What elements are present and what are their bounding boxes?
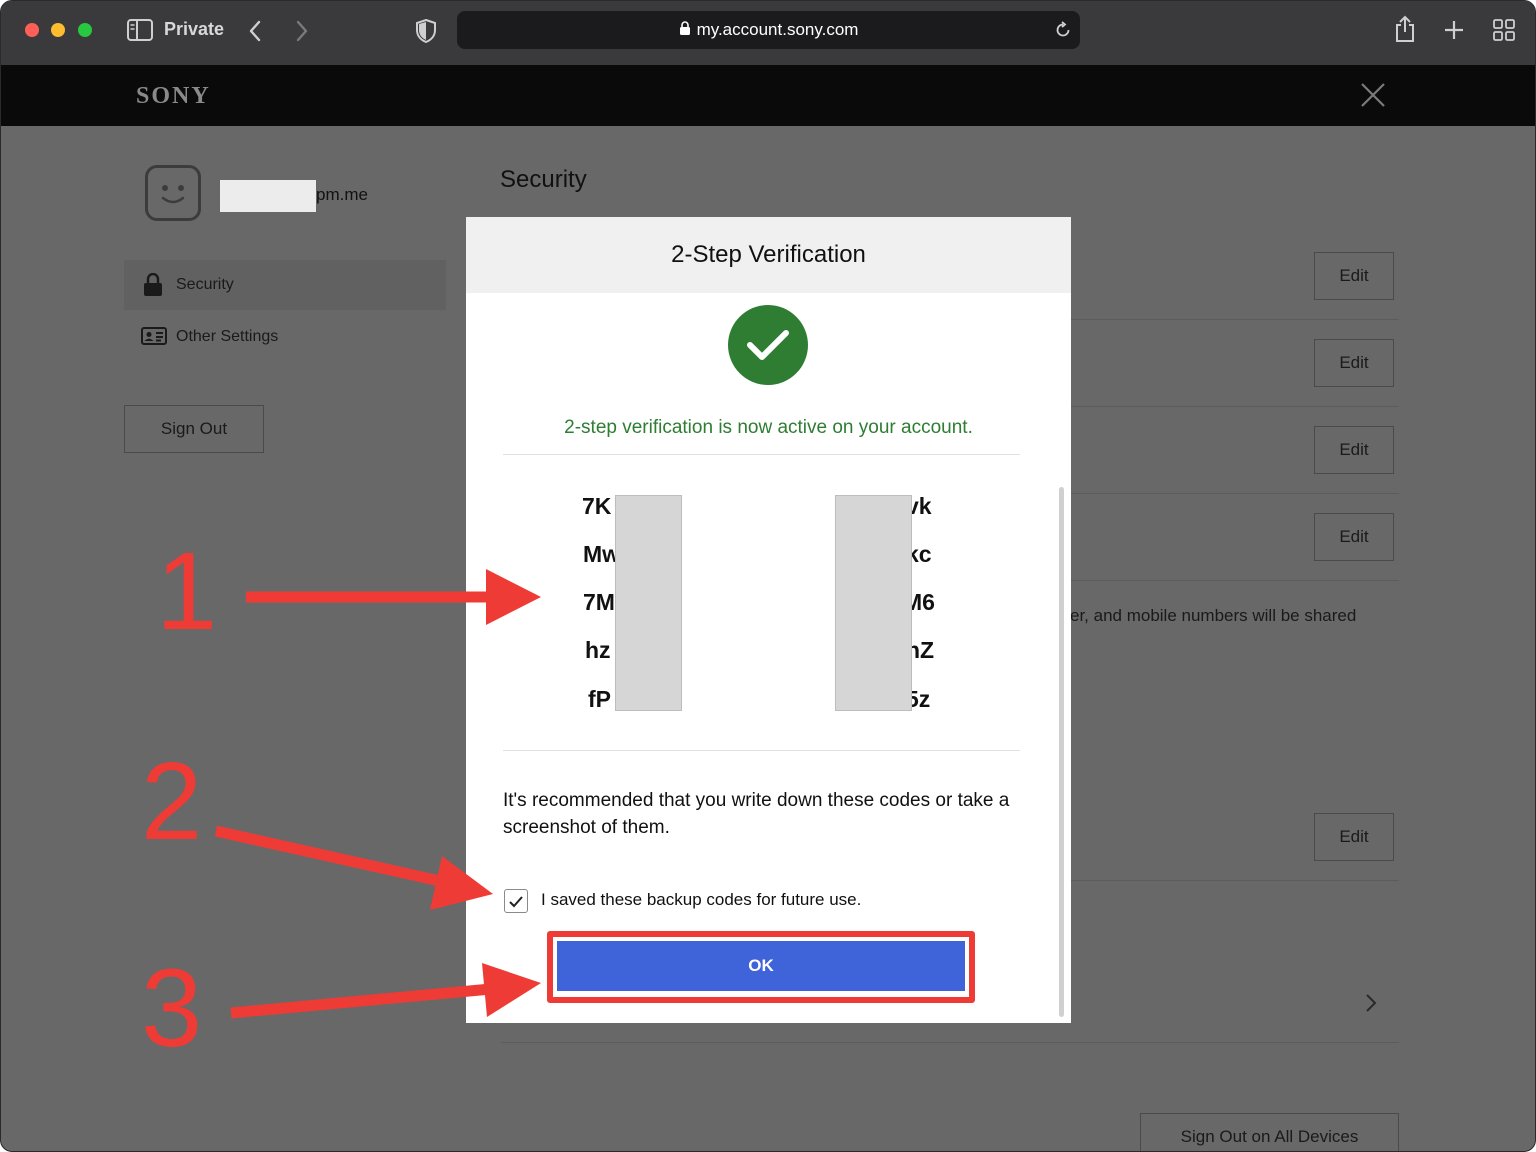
share-icon[interactable] (1394, 15, 1416, 43)
divider (1070, 319, 1399, 320)
smiley-face-icon (161, 185, 185, 204)
edit-button[interactable]: Edit (1314, 339, 1394, 387)
sign-out-button[interactable]: Sign Out (124, 405, 264, 453)
lock-icon (143, 272, 163, 302)
sidebar-toggle-icon[interactable] (127, 19, 153, 41)
checkmark-icon (509, 895, 523, 907)
reload-icon[interactable] (1054, 21, 1072, 39)
saved-codes-label[interactable]: I saved these backup codes for future us… (541, 890, 861, 910)
sidebar-item-label: Security (176, 276, 234, 293)
sidebar-item-other-settings[interactable]: Other Settings (124, 313, 446, 359)
dialog-header: 2-Step Verification (466, 217, 1071, 293)
browser-window: Private my.account.sony.com SONY pm.me S… (0, 0, 1536, 1152)
success-check-icon (728, 305, 808, 385)
close-icon[interactable] (1359, 81, 1387, 114)
two-step-verification-dialog: 2-Step Verification 2-step verification … (466, 217, 1071, 1023)
arrow-2-shaft (214, 825, 455, 890)
avatar (145, 165, 201, 221)
dialog-scrollbar[interactable] (1059, 487, 1064, 1017)
ok-button[interactable]: OK (557, 941, 965, 991)
step-number-2: 2 (141, 740, 202, 863)
lock-icon (679, 21, 691, 41)
site-header: SONY (1, 65, 1535, 126)
divider (1070, 880, 1399, 881)
privacy-shield-icon[interactable] (415, 19, 437, 43)
divider (503, 750, 1020, 751)
chevron-right-icon[interactable] (1363, 991, 1379, 1020)
id-card-icon (141, 327, 167, 350)
divider (1070, 580, 1399, 581)
sidebar-item-security[interactable]: Security (124, 260, 446, 310)
backup-code: 7K (582, 493, 612, 519)
backup-code: fP (588, 686, 611, 712)
dialog-title: 2-Step Verification (671, 241, 866, 268)
backup-code: hz (585, 637, 611, 663)
divider (501, 1042, 1399, 1043)
back-icon[interactable] (248, 20, 262, 42)
new-tab-icon[interactable] (1443, 19, 1465, 41)
minimize-window-button[interactable] (51, 23, 65, 37)
maximize-window-button[interactable] (78, 23, 92, 37)
sign-out-all-devices-button[interactable]: Sign Out on All Devices (1140, 1113, 1399, 1151)
divider (503, 454, 1020, 455)
recommendation-text: It's recommended that you write down the… (503, 790, 1010, 838)
account-email: pm.me (316, 185, 368, 204)
address-bar[interactable]: my.account.sony.com (457, 11, 1080, 49)
edit-button[interactable]: Edit (1314, 813, 1394, 861)
close-window-button[interactable] (25, 23, 39, 37)
code-redaction (615, 495, 682, 711)
url-text: my.account.sony.com (696, 20, 859, 39)
edit-button[interactable]: Edit (1314, 252, 1394, 300)
backup-code: 7M (583, 589, 615, 615)
page-title: Security (500, 166, 587, 193)
arrow-3-shaft (230, 983, 492, 1019)
tab-overview-icon[interactable] (1492, 18, 1516, 42)
success-message: 2-step verification is now active on you… (564, 417, 973, 438)
sony-logo: SONY (136, 83, 211, 109)
forward-icon[interactable] (295, 20, 309, 42)
email-redaction (220, 180, 316, 212)
divider (1070, 406, 1399, 407)
saved-codes-checkbox[interactable] (504, 889, 528, 913)
code-redaction (835, 495, 912, 711)
edit-button[interactable]: Edit (1314, 513, 1394, 561)
step-number-1: 1 (156, 530, 217, 653)
sharing-description: er, and mobile numbers will be shared (1070, 606, 1357, 625)
sidebar-item-label: Other Settings (176, 328, 279, 345)
divider (1070, 493, 1399, 494)
step-number-3: 3 (141, 947, 202, 1070)
private-browsing-label: Private (164, 19, 225, 39)
browser-toolbar: Private my.account.sony.com (1, 1, 1535, 65)
edit-button[interactable]: Edit (1314, 426, 1394, 474)
